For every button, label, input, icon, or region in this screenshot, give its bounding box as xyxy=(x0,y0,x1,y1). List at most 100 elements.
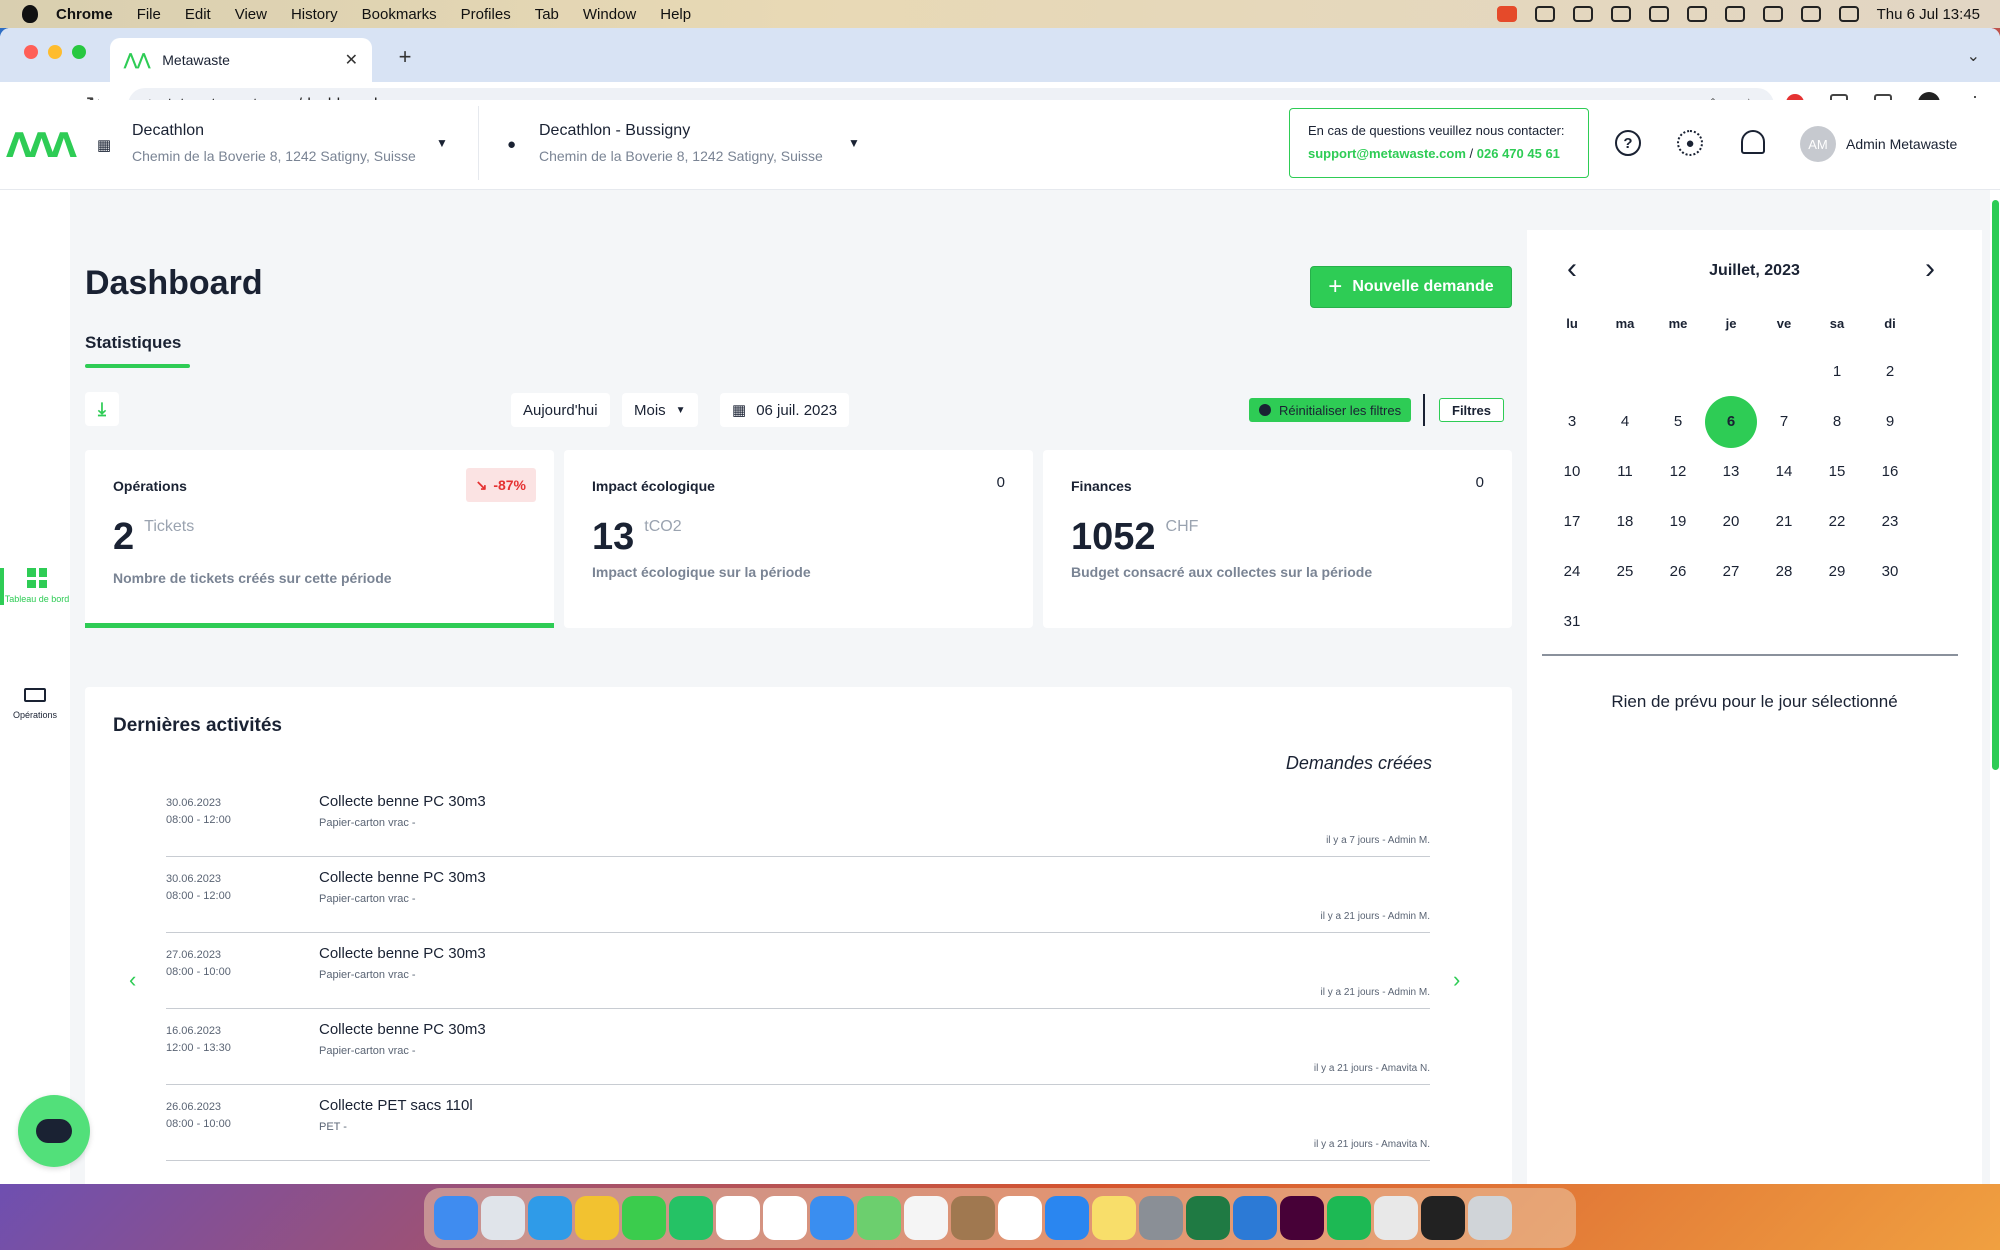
site-dropdown-icon[interactable]: ▼ xyxy=(848,136,860,150)
apple-logo-icon[interactable] xyxy=(22,5,38,23)
calendar-day[interactable]: 23 xyxy=(1864,496,1916,548)
calendar-day[interactable]: 22 xyxy=(1811,496,1863,548)
date-picker[interactable]: ▦ 06 juil. 2023 xyxy=(720,393,850,427)
period-select[interactable]: Mois ▼ xyxy=(622,393,698,427)
elephant-app-icon[interactable] xyxy=(1233,1196,1277,1240)
photos-icon[interactable] xyxy=(904,1196,948,1240)
reminders-icon[interactable] xyxy=(998,1196,1042,1240)
menu-bar-clock[interactable]: Thu 6 Jul 13:45 xyxy=(1877,6,1980,23)
scrollbar-thumb[interactable] xyxy=(1992,200,1999,770)
wifi-icon[interactable] xyxy=(1800,6,1821,22)
calendar-day[interactable]: 14 xyxy=(1758,446,1810,498)
calendar-day[interactable]: 15 xyxy=(1811,446,1863,498)
calendar-day[interactable]: 4 xyxy=(1599,396,1651,448)
calendar-day[interactable]: 21 xyxy=(1758,496,1810,548)
settings-gear-icon[interactable]: ● xyxy=(1677,130,1703,156)
site-selector[interactable]: Decathlon - Bussigny Chemin de la Boveri… xyxy=(539,122,823,164)
launchpad-icon[interactable] xyxy=(481,1196,525,1240)
filters-button[interactable]: Filtres xyxy=(1439,398,1505,422)
activity-monitor-icon[interactable] xyxy=(1421,1196,1465,1240)
close-tab-icon[interactable]: ✕ xyxy=(345,50,358,70)
calendar-day[interactable]: 26 xyxy=(1652,546,1704,598)
calendar-day[interactable]: 10 xyxy=(1546,446,1598,498)
calendar-day[interactable]: 9 xyxy=(1864,396,1916,448)
bluetooth-icon[interactable] xyxy=(1724,6,1745,22)
mail-icon[interactable] xyxy=(810,1196,854,1240)
window-icon[interactable] xyxy=(1686,6,1707,22)
app-store-icon[interactable] xyxy=(1045,1196,1089,1240)
calendar-day[interactable]: 12 xyxy=(1652,446,1704,498)
slack-icon[interactable] xyxy=(716,1196,760,1240)
menu-tab[interactable]: Tab xyxy=(535,6,559,23)
spotify-icon[interactable] xyxy=(1327,1196,1371,1240)
calendar-day[interactable]: 30 xyxy=(1864,546,1916,598)
calendar-day[interactable]: 20 xyxy=(1705,496,1757,548)
calendar-day[interactable]: 17 xyxy=(1546,496,1598,548)
calendar-day[interactable]: 16 xyxy=(1864,446,1916,498)
maps-icon[interactable] xyxy=(857,1196,901,1240)
close-window-button[interactable] xyxy=(24,45,38,59)
menu-view[interactable]: View xyxy=(235,6,267,23)
calendar-day[interactable]: 11 xyxy=(1599,446,1651,498)
operations-card[interactable]: Opérations ↘ -87% 2 Tickets Nombre de tic… xyxy=(85,450,554,628)
sidebar-item-operations[interactable]: Opérations xyxy=(0,688,70,721)
calendar-day[interactable]: 25 xyxy=(1599,546,1651,598)
calendar-day[interactable]: 8 xyxy=(1811,396,1863,448)
play-icon[interactable] xyxy=(1648,6,1669,22)
user-name[interactable]: Admin Metawaste xyxy=(1846,136,1957,152)
headphones-icon[interactable] xyxy=(1572,6,1593,22)
user-avatar[interactable]: AM xyxy=(1800,126,1836,162)
metawaste-logo[interactable]: ΛΛΛ xyxy=(6,126,77,166)
menu-bookmarks[interactable]: Bookmarks xyxy=(362,6,437,23)
activity-row[interactable]: 30.06.2023 08:00 - 12:00 Collecte benne P… xyxy=(166,781,1430,857)
messages-icon[interactable] xyxy=(622,1196,666,1240)
calendar-day[interactable]: 29 xyxy=(1811,546,1863,598)
activity-row[interactable]: 27.06.2023 08:00 - 10:00 Collecte benne P… xyxy=(166,933,1430,1009)
calendar-day[interactable]: 18 xyxy=(1599,496,1651,548)
chat-support-button[interactable] xyxy=(18,1095,90,1167)
finder-icon[interactable] xyxy=(434,1196,478,1240)
zoom-window-button[interactable] xyxy=(72,45,86,59)
company-selector[interactable]: Decathlon Chemin de la Boverie 8, 1242 S… xyxy=(132,122,416,164)
calendar-day[interactable]: 1 xyxy=(1811,346,1863,398)
menu-edit[interactable]: Edit xyxy=(185,6,211,23)
next-activities-icon[interactable]: › xyxy=(1453,967,1460,993)
calendar-day[interactable]: 24 xyxy=(1546,546,1598,598)
sidebar-item-dashboard[interactable]: Tableau de bord xyxy=(0,568,70,605)
activity-row[interactable]: 26.06.2023 08:00 - 10:00 Collecte PET sac… xyxy=(166,1085,1430,1161)
safari-icon[interactable] xyxy=(528,1196,572,1240)
new-request-button[interactable]: + Nouvelle demande xyxy=(1310,266,1512,308)
reset-filters-button[interactable]: Réinitialiser les filtres xyxy=(1249,398,1412,422)
page-scrollbar[interactable] xyxy=(1990,190,2000,1184)
new-tab-button[interactable]: + xyxy=(390,42,420,72)
notifications-bell-icon[interactable] xyxy=(1741,130,1765,154)
adobe-xd-icon[interactable] xyxy=(1280,1196,1324,1240)
chrome-icon[interactable] xyxy=(575,1196,619,1240)
calendar-app-icon[interactable] xyxy=(763,1196,807,1240)
calendar-day[interactable]: 27 xyxy=(1705,546,1757,598)
menu-file[interactable]: File xyxy=(137,6,161,23)
notes-icon[interactable] xyxy=(1092,1196,1136,1240)
system-settings-icon[interactable] xyxy=(1139,1196,1183,1240)
screen-recorder-icon[interactable] xyxy=(1496,6,1517,22)
whatsapp-icon[interactable] xyxy=(669,1196,713,1240)
company-dropdown-icon[interactable]: ▼ xyxy=(436,136,448,150)
control-center-icon[interactable] xyxy=(1838,6,1859,22)
support-phone-link[interactable]: 026 470 45 61 xyxy=(1477,146,1560,161)
finances-card[interactable]: Finances 0 1052 CHF Budget consacré aux c… xyxy=(1043,450,1512,628)
creative-cloud-icon[interactable] xyxy=(1534,6,1555,22)
calendar-day[interactable]: 28 xyxy=(1758,546,1810,598)
calendar-day[interactable]: 7 xyxy=(1758,396,1810,448)
menu-profiles[interactable]: Profiles xyxy=(461,6,511,23)
next-month-icon[interactable]: › xyxy=(1925,252,1935,286)
calendar-day[interactable]: 5 xyxy=(1652,396,1704,448)
activity-row[interactable]: 30.06.2023 08:00 - 12:00 Collecte benne P… xyxy=(166,857,1430,933)
preview-icon[interactable] xyxy=(1374,1196,1418,1240)
minimize-window-button[interactable] xyxy=(48,45,62,59)
previous-activities-icon[interactable]: ‹ xyxy=(129,967,136,993)
support-email-link[interactable]: support@metawaste.com xyxy=(1308,146,1466,161)
excel-icon[interactable] xyxy=(1186,1196,1230,1240)
menu-help[interactable]: Help xyxy=(660,6,691,23)
calendar-day[interactable]: 13 xyxy=(1705,446,1757,498)
tab-search-chevron-icon[interactable]: ⌄ xyxy=(1967,46,1980,66)
